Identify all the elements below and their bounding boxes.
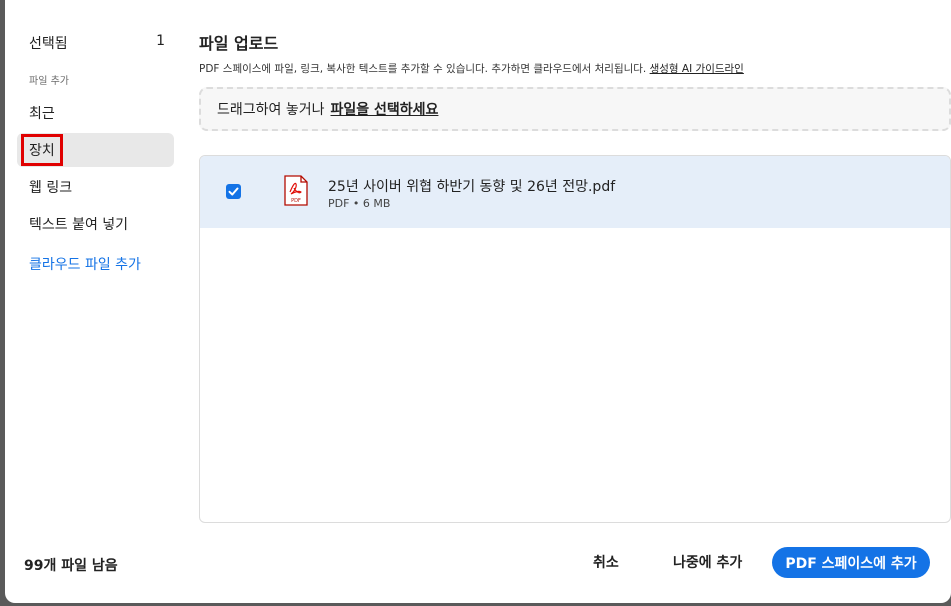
sidebar-item-label: 웹 링크 (29, 180, 73, 196)
sidebar-item-web-link[interactable]: 웹 링크 (17, 170, 174, 204)
sidebar-item-label: 최근 (29, 106, 55, 122)
description-text: PDF 스페이스에 파일, 링크, 복사한 텍스트를 추가할 수 있습니다. 추… (199, 63, 647, 75)
sidebar-item-add-cloud-files[interactable]: 클라우드 파일 추가 (17, 247, 174, 281)
upload-dialog: 선택됨 1 파일 추가 최근 장치 웹 링크 텍스트 붙여 넣기 클라우드 파일… (5, 0, 951, 603)
add-later-button[interactable]: 나중에 추가 (673, 552, 742, 572)
cancel-button[interactable]: 취소 (593, 552, 619, 572)
file-name: 25년 사이버 위협 하반기 동향 및 26년 전망.pdf (328, 179, 616, 195)
checkmark-icon (228, 187, 239, 196)
description: PDF 스페이스에 파일, 링크, 복사한 텍스트를 추가할 수 있습니다. 추… (199, 61, 744, 76)
dropzone-text: 드래그하여 놓거나 (217, 102, 325, 118)
files-remaining: 99개 파일 남음 (24, 558, 118, 574)
svg-text:PDF: PDF (291, 198, 301, 204)
file-meta: PDF • 6 MB (328, 197, 391, 210)
add-files-section-label: 파일 추가 (29, 76, 69, 87)
select-file-link[interactable]: 파일을 선택하세요 (331, 99, 439, 119)
page-title: 파일 업로드 (199, 34, 279, 53)
sidebar-item-device[interactable]: 장치 (17, 133, 174, 167)
sidebar-item-label: 장치 (21, 134, 63, 166)
sidebar-item-label: 텍스트 붙여 넣기 (29, 217, 129, 233)
selected-summary: 선택됨 1 (29, 33, 165, 53)
sidebar: 선택됨 1 파일 추가 최근 장치 웹 링크 텍스트 붙여 넣기 클라우드 파일… (5, 0, 185, 603)
list-item[interactable]: PDF 25년 사이버 위협 하반기 동향 및 26년 전망.pdf PDF •… (200, 156, 950, 228)
selected-count: 1 (156, 33, 165, 49)
selected-label: 선택됨 (29, 36, 68, 52)
add-to-pdf-space-button[interactable]: PDF 스페이스에 추가 (772, 547, 930, 578)
sidebar-item-paste-text[interactable]: 텍스트 붙여 넣기 (17, 207, 174, 241)
guideline-link[interactable]: 생성형 AI 가이드라인 (650, 63, 744, 75)
sidebar-item-recent[interactable]: 최근 (17, 96, 174, 130)
file-list: PDF 25년 사이버 위협 하반기 동향 및 26년 전망.pdf PDF •… (199, 155, 951, 523)
dropzone[interactable]: 드래그하여 놓거나 파일을 선택하세요 (199, 87, 951, 131)
pdf-file-icon: PDF (284, 175, 308, 206)
sidebar-item-label: 클라우드 파일 추가 (29, 257, 141, 273)
file-checkbox[interactable] (226, 184, 241, 199)
